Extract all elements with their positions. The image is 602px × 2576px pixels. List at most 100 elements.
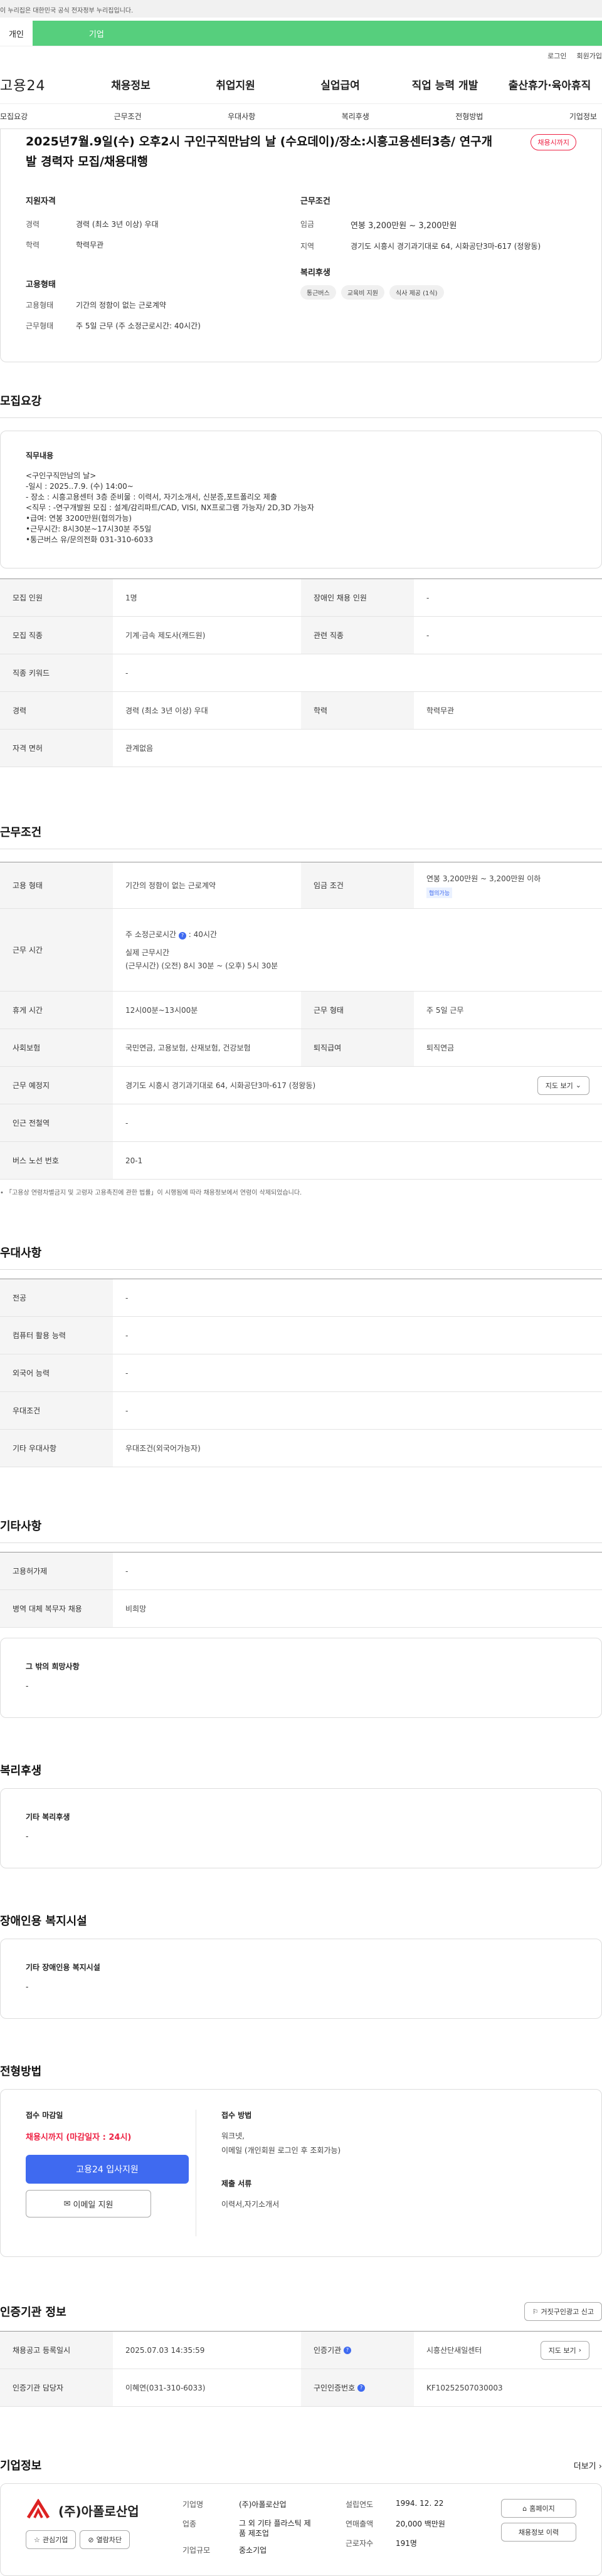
wage-text: 연봉 3,200만원 ~ 3,200만원 이하: [426, 874, 541, 883]
td-cell: 12시00분~13시00분: [125, 1006, 198, 1015]
work-table: 고용 형태 기간의 정함이 없는 근로계약 임금 조건 연봉 3,200만원 ~ 3,…: [0, 862, 602, 1180]
td-cell: -: [125, 1566, 129, 1576]
table-row: 우대조건 -: [0, 1392, 602, 1430]
table-row: 전공 -: [0, 1279, 602, 1317]
td-cell: 기계·금속 제도사(캐드원): [125, 631, 206, 640]
th-cell: 학력: [301, 692, 414, 729]
method-value-1: 워크넷,: [221, 2132, 245, 2140]
table-row: 병역 대체 복무자 채용 비희망: [0, 1590, 602, 1628]
tab-company[interactable]: 기업: [32, 21, 602, 46]
th-cell: 근무 시간: [0, 909, 113, 991]
nav-unemployment-benefit[interactable]: 실업급여: [288, 76, 393, 92]
td-cell: 주 소정근로시간 ? : 40시간 실제 근무시간 (근무시간) (오전) 8시 3…: [113, 909, 602, 991]
favorite-button[interactable]: ☆ 관심기업: [26, 2530, 77, 2549]
homepage-button[interactable]: ⌂ 홈페이지: [501, 2499, 576, 2518]
th-cell: 모집 인원: [0, 579, 113, 616]
welfare-heading: 복리후생: [300, 268, 330, 278]
th-cell: 근무 형태: [301, 992, 414, 1029]
field-value: 그 외 기타 플라스틱 제품 제조업: [239, 2519, 311, 2538]
map-button-label: 지도 보기: [545, 1081, 573, 1090]
cert-map-label: 지도 보기: [548, 2346, 576, 2355]
email-apply-button[interactable]: ✉ 이메일 지원: [26, 2190, 151, 2217]
info-icon[interactable]: ?: [178, 932, 186, 940]
td-cell: 국민연금, 고용보험, 산재보험, 건강보험: [125, 1044, 251, 1052]
company-more-link[interactable]: 더보기 ›: [574, 2459, 602, 2471]
report-button[interactable]: ⚐ 거짓구인광고 신고: [524, 2302, 602, 2321]
disability-section: 장애인용 복지시설 기타 장애인용 복지시설 -: [0, 1868, 602, 2019]
career-label: 경력: [26, 220, 40, 229]
recruit-table: 모집 인원 1명 장애인 채용 인원 - 모집 직종 기계·금속 제도사(캐드원) 관련 …: [0, 579, 602, 767]
login-link[interactable]: 로그인: [547, 51, 566, 61]
table-row: 근무 시간 주 소정근로시간 ? : 40시간 실제 근무시간 (근무시간) (오전)…: [0, 909, 602, 992]
cert-map-button[interactable]: 지도 보기 ›: [540, 2340, 589, 2360]
info-icon[interactable]: ?: [344, 2346, 351, 2354]
site-logo[interactable]: 고용24: [0, 75, 78, 95]
tab-personal[interactable]: 개인: [0, 21, 33, 46]
selection-box: 접수 마감일 채용시까지 (마감일자 : 24시) 고용24 입사지원 ✉ 이메일…: [0, 2089, 602, 2257]
age-note: • 「고용상 연령차별금지 및 고령자 고용촉진에 관한 법률」이 시행됨에 따…: [0, 1190, 302, 1196]
map-button[interactable]: 지도 보기 ⌄: [537, 1076, 589, 1095]
anchor-recruit[interactable]: 모집요강: [0, 111, 28, 122]
cert-heading: 인증기관 정보: [0, 2306, 66, 2319]
table-row: 근무 예정지 경기도 시흥시 경기과기대로 64, 시화공단3마-617 (정왕동…: [0, 1067, 602, 1104]
signup-link[interactable]: 회원가입: [577, 51, 602, 61]
th-cell: 관련 직종: [301, 617, 414, 654]
cert-org-value: 시흥산단새일센터: [426, 2346, 482, 2355]
company-section: 기업정보 더보기 › (주)아폴로산업 ☆ 관심기업 ⊘ 열람차단 기업명 (주)아폴…: [0, 2407, 602, 2576]
td-cell: 20-1: [125, 1156, 143, 1165]
nav-parental-leave[interactable]: 출산휴가·육아휴직: [497, 76, 602, 92]
nav-jobs[interactable]: 채용정보: [78, 76, 183, 92]
docs-heading: 제출 서류: [221, 2179, 252, 2188]
th-cell: 고용허가제: [0, 1552, 113, 1589]
other-wishes-box: 그 밖의 희망사항 -: [0, 1638, 602, 1718]
emp-label: 고용형태: [26, 301, 54, 310]
welfare-section: 복리후생 기타 복리후생 -: [0, 1718, 602, 1868]
loc-value: 경기도 시흥시 경기과기대로 64, 시화공단3마-617 (정왕동): [351, 242, 541, 251]
email-apply-label: 이메일 지원: [73, 2200, 114, 2210]
desc-line: - 장소 : 시흥고용센터 3층 준비물 : 이력서, 자기소개서, 신분증,포…: [26, 493, 277, 501]
table-row: 인증기관 담당자 이혜연(031-310-6033) 구인인증번호 ? KF10252…: [0, 2369, 602, 2407]
welfare-tag: 통근버스: [300, 285, 336, 300]
wage-label: 임금: [300, 220, 315, 229]
td-cell: 기간의 정함이 없는 근로계약: [125, 881, 216, 890]
th-cell: 외국어 능력: [0, 1354, 113, 1391]
gov-banner: 이 누리집은 대한민국 공식 전자정부 누리집입니다.: [0, 0, 602, 18]
td-cell: 경기도 시흥시 경기과기대로 64, 시화공단3마-617 (정왕동) 지도 보기…: [113, 1067, 602, 1104]
job-history-button[interactable]: 채용정보 이력: [501, 2523, 576, 2542]
edu-label: 학력: [26, 241, 40, 249]
anchor-pref[interactable]: 우대사항: [228, 111, 255, 122]
anchor-company[interactable]: 기업정보: [569, 111, 597, 122]
cert-no-label: 구인인증번호: [314, 2384, 356, 2392]
table-row: 외국어 능력 -: [0, 1354, 602, 1392]
pref-section: 우대사항 전공 - 컴퓨터 활용 능력 - 외국어 능력 - 우대조건 - 기타 우대사…: [0, 1196, 602, 1467]
td-cell: 시흥산단새일센터 지도 보기 ›: [414, 2332, 602, 2369]
th-cell: 기타 우대사항: [0, 1430, 113, 1467]
anchor-work[interactable]: 근무조건: [114, 111, 142, 122]
company-box: (주)아폴로산업 ☆ 관심기업 ⊘ 열람차단 기업명 (주)아폴로산업 업종 그 외 기…: [0, 2483, 602, 2576]
nav-employment-support[interactable]: 취업지원: [183, 76, 288, 92]
th-cell: 인증기관 ?: [301, 2332, 414, 2369]
td-cell: 연봉 3,200만원 ~ 3,200만원 이하 협의가능: [414, 862, 602, 908]
field-value: 191명: [396, 2539, 417, 2548]
nav-training[interactable]: 직업 능력 개발: [393, 76, 497, 92]
welfare-section-heading: 복리후생: [0, 1764, 42, 1778]
td-cell: -: [125, 1118, 129, 1128]
table-row: 기타 우대사항 우대조건(외국어가능자): [0, 1430, 602, 1467]
apply-button[interactable]: 고용24 입사지원: [26, 2155, 189, 2184]
info-icon[interactable]: ?: [357, 2384, 366, 2392]
anchor-welfare[interactable]: 복리후생: [342, 111, 369, 122]
cert-org-label: 인증기관: [314, 2346, 342, 2355]
anchor-selection[interactable]: 전형방법: [455, 111, 483, 122]
apollo-logo-icon: [26, 2499, 50, 2519]
td-cell: -: [125, 668, 129, 678]
th-cell: 전공: [0, 1279, 113, 1316]
block-button[interactable]: ⊘ 열람차단: [80, 2530, 130, 2549]
td-cell: -: [426, 593, 430, 602]
etc-table: 고용허가제 - 병역 대체 복무자 채용 비희망: [0, 1552, 602, 1628]
work-section-heading: 근무조건: [0, 824, 602, 849]
disability-box: 기타 장애인용 복지시설 -: [0, 1939, 602, 2019]
table-row: 모집 인원 1명 장애인 채용 인원 -: [0, 579, 602, 617]
desc-heading: 직무내용: [26, 451, 54, 460]
pref-heading: 우대사항: [0, 1244, 602, 1270]
desc-line: •급여: 연봉 3200만원(협의가능): [26, 514, 132, 523]
